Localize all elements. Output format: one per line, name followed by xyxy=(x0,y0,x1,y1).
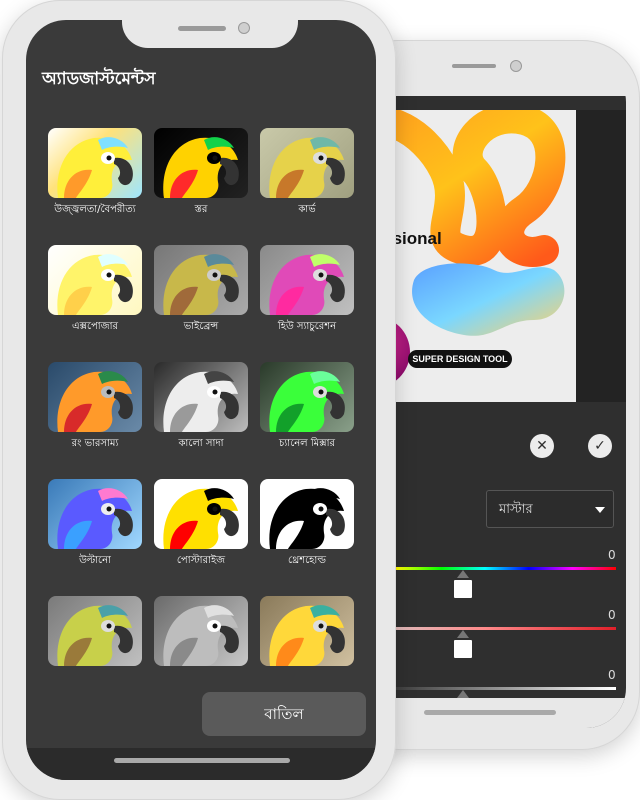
filter-option[interactable]: এক্সপোজার xyxy=(42,245,148,336)
filter-option[interactable]: ভাইব্রেন্স xyxy=(148,245,254,336)
filter-label: রং ভারসাম্য xyxy=(71,438,119,449)
filter-label: এক্সপোজার xyxy=(71,321,118,332)
front-home-indicator xyxy=(114,758,290,763)
lightness-slider-pointer xyxy=(457,690,469,698)
filter-preview-image xyxy=(154,128,248,198)
back-speaker xyxy=(452,64,496,68)
filter-option[interactable]: স্তর xyxy=(148,128,254,219)
front-phone-bottom xyxy=(26,748,376,780)
lightness-slider-value: 0 xyxy=(608,668,616,682)
filter-label: থ্রেশহোল্ড xyxy=(288,555,326,566)
channel-select[interactable]: মাস্টার xyxy=(486,490,614,528)
filter-preview-image xyxy=(154,362,248,432)
filter-option[interactable] xyxy=(42,596,148,670)
filter-preview-image xyxy=(48,479,142,549)
front-phone: অ্যাডজাস্টমেন্টস উজ্জ্বলতা/বৈপরীত্য স্তর ক… xyxy=(2,0,396,800)
x-circle-icon: ✕ xyxy=(536,438,548,454)
filter-preview-image xyxy=(260,128,354,198)
channel-select-value: মাস্টার xyxy=(499,502,533,517)
saturation-slider-pointer xyxy=(457,630,469,638)
filter-preview-image xyxy=(48,128,142,198)
filter-label: উজ্জ্বলতা/বৈপরীত্য xyxy=(54,204,136,215)
filter-preview-image xyxy=(48,362,142,432)
filter-option[interactable] xyxy=(148,596,254,670)
hue-slider-thumb[interactable] xyxy=(454,580,472,598)
front-camera xyxy=(238,22,250,34)
filter-option[interactable]: কার্ভ xyxy=(254,128,360,219)
filter-preview-image xyxy=(260,245,354,315)
page-title: অ্যাডজাস্টমেন্টস xyxy=(42,69,156,89)
filter-option[interactable]: পোস্টারাইজ xyxy=(148,479,254,570)
filter-preview-image xyxy=(260,479,354,549)
filter-label: কার্ভ xyxy=(298,204,316,215)
back-camera xyxy=(510,60,522,72)
filter-option[interactable]: উল্টানো xyxy=(42,479,148,570)
front-notch xyxy=(122,20,298,48)
filter-label: স্তর xyxy=(194,204,208,215)
poster-badge: SUPER DESIGN TOOL xyxy=(408,350,512,368)
filter-preview-image xyxy=(260,362,354,432)
filter-option[interactable]: উজ্জ্বলতা/বৈপরীত্য xyxy=(42,128,148,219)
canvas-side-strip xyxy=(576,110,626,402)
filter-label: চ্যানেল মিক্সার xyxy=(279,438,335,449)
filter-label: হিউ স্যাচুরেশন xyxy=(277,321,337,332)
filter-preview-image xyxy=(154,479,248,549)
filter-option[interactable]: থ্রেশহোল্ড xyxy=(254,479,360,570)
confirm-button[interactable]: ✓ xyxy=(588,434,612,458)
filter-option[interactable]: চ্যানেল মিক্সার xyxy=(254,362,360,453)
filter-option[interactable] xyxy=(254,596,360,670)
front-phone-screen: অ্যাডজাস্টমেন্টস উজ্জ্বলতা/বৈপরীত্য স্তর ক… xyxy=(26,20,376,780)
filter-label: পোস্টারাইজ xyxy=(176,555,226,566)
filter-preview-image xyxy=(154,596,248,666)
filter-option[interactable]: হিউ স্যাচুরেশন xyxy=(254,245,360,336)
check-circle-icon: ✓ xyxy=(594,438,606,454)
filter-label: ভাইব্রেন্স xyxy=(183,321,219,332)
filter-preview-image xyxy=(260,596,354,666)
filter-option[interactable]: কালো সাদা xyxy=(148,362,254,453)
filter-label: উল্টানো xyxy=(79,555,111,566)
front-speaker xyxy=(178,26,226,31)
filter-option[interactable]: রং ভারসাম্য xyxy=(42,362,148,453)
filter-preview-image xyxy=(48,245,142,315)
saturation-slider-value: 0 xyxy=(608,608,616,622)
close-button[interactable]: ✕ xyxy=(530,434,554,458)
hue-slider-pointer xyxy=(457,570,469,578)
back-home-indicator xyxy=(424,710,556,715)
filter-preview-image xyxy=(154,245,248,315)
hue-slider-value: 0 xyxy=(608,548,616,562)
filter-label: কালো সাদা xyxy=(178,438,224,449)
cancel-button[interactable]: বাতিল xyxy=(202,692,366,736)
saturation-slider-thumb[interactable] xyxy=(454,640,472,658)
chevron-down-icon xyxy=(595,507,605,513)
filter-preview-image xyxy=(48,596,142,666)
